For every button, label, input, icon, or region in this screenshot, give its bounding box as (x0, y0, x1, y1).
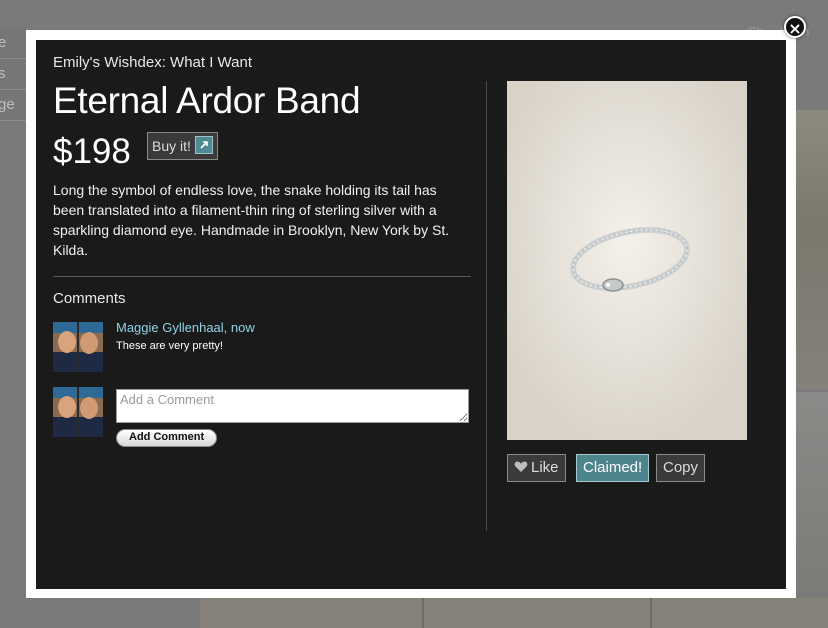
background-nav-item: ge (0, 90, 28, 121)
copy-button[interactable]: Copy (656, 454, 706, 482)
item-title: Eternal Ardor Band (53, 80, 361, 121)
background-nav-item: e (0, 28, 28, 59)
avatar[interactable] (53, 322, 103, 372)
wishlist-title[interactable]: Emily's Wishdex: What I Want (53, 54, 252, 71)
add-comment-form: Add Comment (53, 387, 471, 447)
background-photo (796, 110, 828, 390)
comment-text: These are very pretty! (116, 340, 223, 352)
background-divider (422, 598, 424, 628)
avatar (53, 387, 103, 437)
background-photo (796, 392, 828, 592)
heart-icon (514, 461, 528, 472)
column-divider (486, 81, 487, 531)
close-icon[interactable]: × (784, 16, 806, 38)
external-link-icon (194, 136, 213, 154)
like-button[interactable]: Like (507, 454, 566, 482)
product-image[interactable] (507, 81, 747, 440)
claimed-button[interactable]: Claimed! (576, 454, 650, 482)
background-left-nav: e s ge (0, 28, 28, 121)
background-nav-item: s (0, 59, 28, 90)
add-comment-button[interactable]: Add Comment (116, 429, 218, 447)
buy-button-label: Buy it! (152, 138, 191, 154)
modal-frame: Emily's Wishdex: What I Want Eternal Ard… (26, 30, 796, 598)
background-divider (650, 598, 652, 628)
buy-button[interactable]: Buy it! (147, 132, 218, 160)
section-divider (53, 276, 471, 277)
comment-author-link[interactable]: Maggie Gyllenhaal, now (116, 320, 255, 335)
comment-input[interactable] (116, 389, 469, 423)
item-description: Long the symbol of endless love, the sna… (53, 182, 450, 258)
like-button-label: Like (531, 459, 559, 476)
item-price: $198 (53, 132, 131, 171)
item-modal: Emily's Wishdex: What I Want Eternal Ard… (36, 40, 786, 589)
background-photo-strip (200, 598, 828, 628)
ring-illustration (507, 81, 747, 440)
comments-heading: Comments (53, 290, 126, 307)
comment-item: Maggie Gyllenhaal, now These are very pr… (53, 320, 471, 374)
